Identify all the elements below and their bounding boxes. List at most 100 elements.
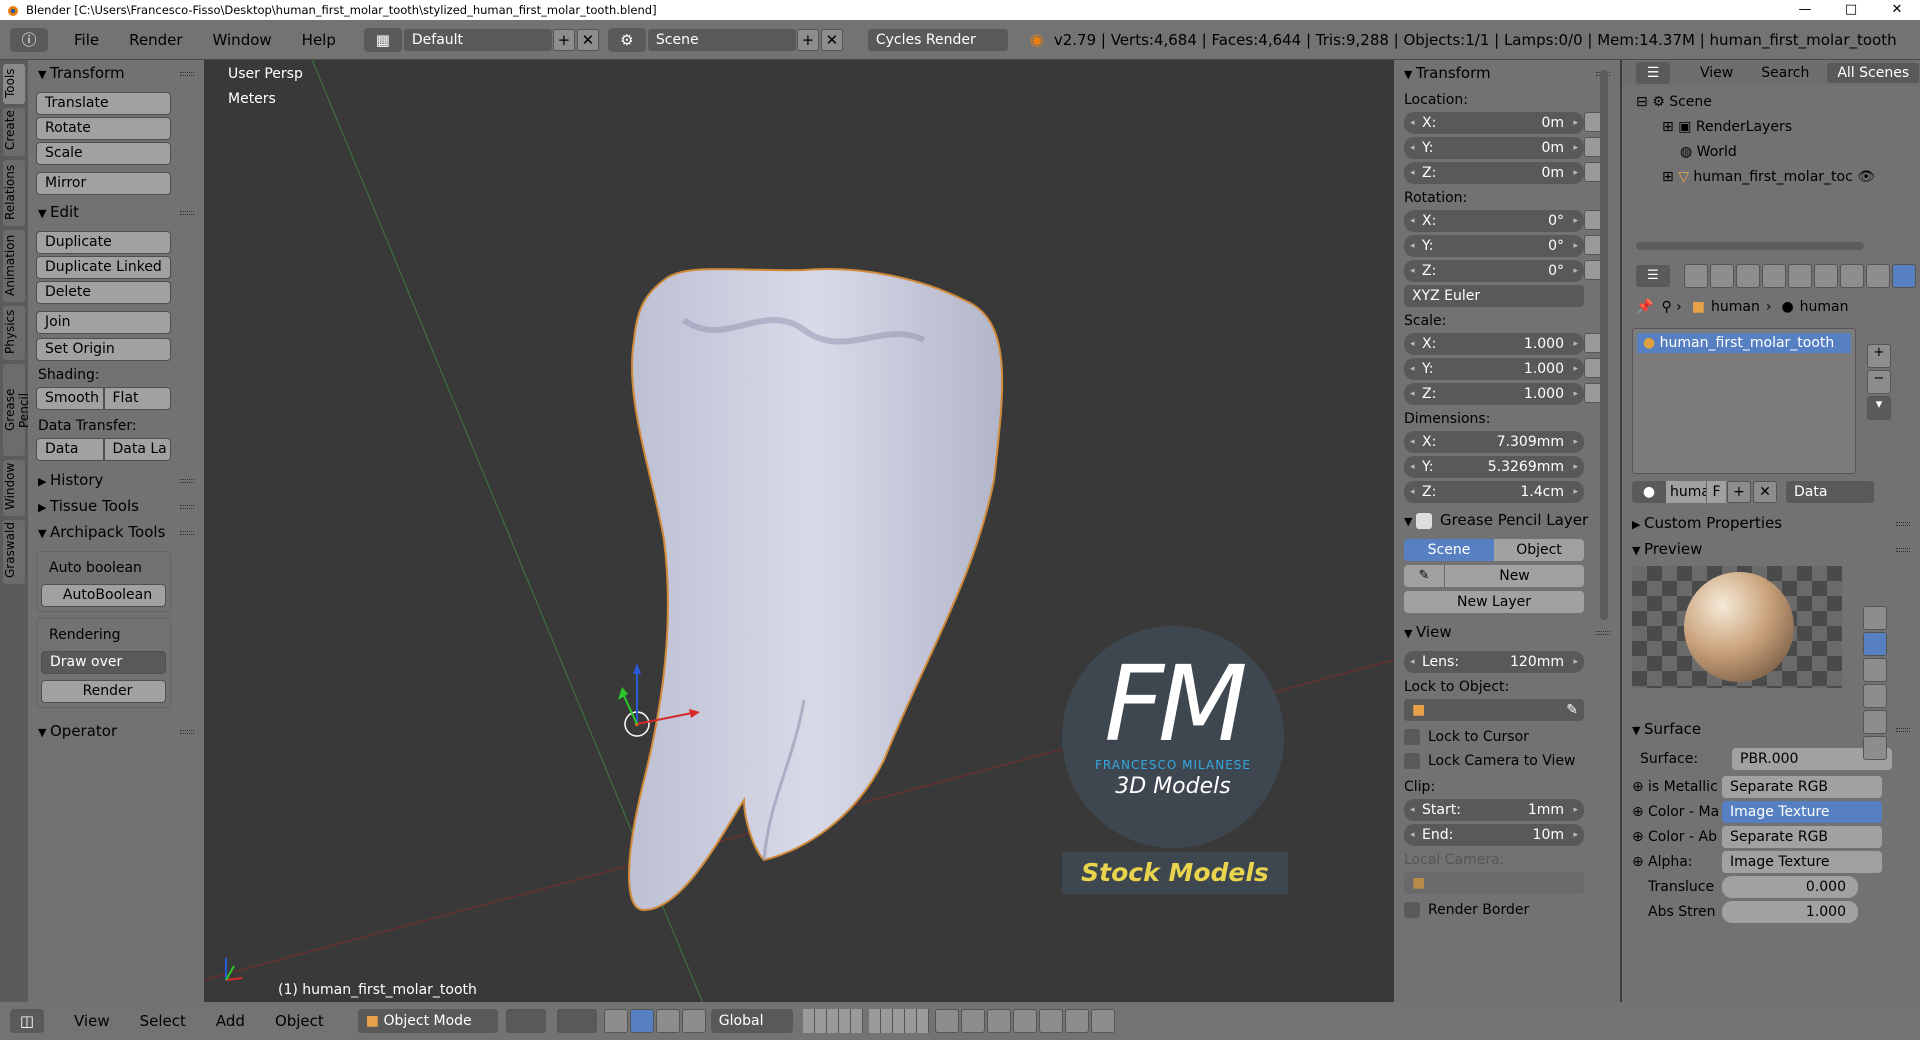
duplicate-linked-button[interactable]: Duplicate Linked — [36, 256, 171, 279]
input-node-dropdown[interactable]: Image Texture — [1722, 801, 1882, 823]
menu-add[interactable]: Add — [216, 1012, 245, 1030]
grip-icon[interactable] — [180, 72, 194, 76]
preview-monkey-icon[interactable] — [1863, 684, 1887, 708]
rotation-x-field[interactable]: ◂ X: 0° ▸ — [1404, 210, 1584, 232]
mode-dropdown[interactable]: ■ Object Mode — [357, 1009, 498, 1033]
grip-icon[interactable] — [1896, 522, 1910, 526]
tab-window[interactable]: Window — [3, 460, 25, 516]
clip-end-field[interactable]: ◂ End: 10m ▸ — [1404, 824, 1584, 846]
material-tab-icon[interactable] — [1892, 264, 1916, 288]
render-border-checkbox[interactable] — [1404, 902, 1420, 918]
surface-header[interactable]: ▼ Surface — [1622, 716, 1920, 742]
draw-over-dropdown[interactable]: Draw over — [41, 651, 166, 674]
tab-physics[interactable]: Physics — [3, 306, 25, 360]
outliner-search-menu[interactable]: Search — [1761, 65, 1809, 81]
material-slot-list[interactable]: ● human_first_molar_tooth — [1632, 328, 1856, 474]
scale-x-field[interactable]: ◂ X: 1.000 ▸ — [1404, 333, 1584, 355]
smooth-button[interactable]: Smooth — [36, 387, 104, 410]
remove-layout-icon[interactable]: ✕ — [576, 28, 599, 51]
duplicate-button[interactable]: Duplicate — [36, 231, 171, 254]
menu-file[interactable]: File — [74, 31, 99, 49]
location-z-field[interactable]: ◂ Z: 0m ▸ — [1404, 162, 1584, 184]
expand-input-icon[interactable]: ⊕ — [1632, 779, 1648, 795]
render-tab-icon[interactable] — [1684, 264, 1708, 288]
custom-properties-header[interactable]: ▶ Custom Properties — [1622, 510, 1920, 536]
translate-button[interactable]: Translate — [36, 92, 171, 115]
collapse-icon[interactable]: ⊟ — [1636, 94, 1652, 110]
location-y-field[interactable]: ◂ Y: 0m ▸ — [1404, 137, 1584, 159]
visibility-eye-icon[interactable]: 👁 — [1853, 169, 1875, 185]
grip-icon[interactable] — [180, 730, 194, 734]
orientation-dropdown[interactable]: Global — [710, 1009, 793, 1033]
delete-button[interactable]: Delete — [36, 281, 171, 304]
auto-boolean-button[interactable]: AutoBoolean — [41, 584, 166, 607]
new-layer-button[interactable]: New Layer — [1404, 591, 1584, 613]
tab-tools[interactable]: Tools — [3, 64, 25, 104]
preview-flat-icon[interactable] — [1863, 606, 1887, 630]
close-button[interactable]: ✕ — [1874, 0, 1920, 20]
manipulator-y-head-icon[interactable] — [618, 687, 628, 700]
dimension-z-field[interactable]: ◂ Z: 1.4cm ▸ — [1404, 481, 1584, 503]
grip-icon[interactable] — [180, 479, 194, 483]
manipulator-z-head-icon[interactable] — [633, 663, 641, 674]
layer-buttons[interactable] — [868, 1009, 929, 1033]
grease-pencil-checkbox[interactable] — [1416, 512, 1432, 529]
grip-icon[interactable] — [1896, 728, 1910, 732]
outliner-item-world[interactable]: ◍ World — [1636, 140, 1920, 165]
world-tab-icon[interactable] — [1762, 264, 1786, 288]
abs-strength-slider[interactable]: 1.000 — [1722, 901, 1858, 923]
grease-pencil-header[interactable]: ▼ Grease Pencil Layer — [1394, 507, 1620, 533]
modifier-tab-icon[interactable] — [1840, 264, 1864, 288]
scale-manipulator-icon[interactable] — [681, 1009, 706, 1033]
menu-help[interactable]: Help — [302, 31, 336, 49]
outliner-item-renderlayers[interactable]: ⊞ ▣ RenderLayers — [1636, 115, 1920, 140]
mirror-button[interactable]: Mirror — [36, 172, 171, 195]
outliner-editor-icon[interactable]: ☰ — [1636, 62, 1670, 84]
manipulator-toggle-icon[interactable] — [603, 1009, 628, 1033]
expand-input-icon[interactable]: ⊕ — [1632, 829, 1648, 845]
outliner-view-menu[interactable]: View — [1700, 65, 1733, 81]
layer-buttons[interactable] — [802, 1009, 863, 1033]
3d-viewport[interactable]: User Persp Meters (1) human_first_molar_… — [204, 60, 1394, 1006]
renderlayer-tab-icon[interactable] — [1710, 264, 1734, 288]
rotation-mode-dropdown[interactable]: XYZ Euler — [1404, 285, 1584, 307]
scene-icon[interactable]: ⚙ — [607, 27, 646, 52]
lock-layers-icon[interactable] — [934, 1009, 959, 1033]
screen-layout-icon[interactable]: ▦ — [363, 27, 402, 52]
camera-render-icon[interactable] — [1064, 1009, 1089, 1033]
translucency-slider[interactable]: 0.000 — [1722, 876, 1858, 898]
rotate-manipulator-icon[interactable] — [655, 1009, 680, 1033]
input-node-dropdown[interactable]: Separate RGB — [1722, 826, 1882, 848]
render-border-row[interactable]: Render Border — [1404, 902, 1620, 918]
grip-icon[interactable] — [180, 211, 194, 215]
edit-panel-header[interactable]: ▼ Edit — [28, 199, 204, 225]
tooth-mesh[interactable] — [628, 268, 1004, 912]
grip-icon[interactable] — [1596, 631, 1610, 635]
outliner-item-tooth[interactable]: ⊞ ▽ human_first_molar_toc 👁 — [1636, 165, 1920, 190]
dimension-x-field[interactable]: ◂ X: 7.309mm ▸ — [1404, 431, 1584, 453]
outliner-scrollbar[interactable] — [1636, 242, 1864, 250]
object-tab-icon[interactable] — [1788, 264, 1812, 288]
preview-sphere-icon[interactable] — [1863, 632, 1887, 656]
n-transform-header[interactable]: ▼ Transform — [1394, 60, 1620, 86]
menu-view[interactable]: View — [74, 1012, 110, 1030]
snap-element-icon[interactable] — [1012, 1009, 1037, 1033]
material-name-field[interactable]: huma — [1666, 481, 1710, 503]
flat-button[interactable]: Flat — [103, 387, 171, 410]
grip-icon[interactable] — [180, 531, 194, 535]
data-tab-icon[interactable] — [1866, 264, 1890, 288]
render-opengl-icon[interactable] — [1038, 1009, 1063, 1033]
unlink-material-icon[interactable]: ✕ — [1753, 481, 1777, 503]
lock-cursor-checkbox[interactable] — [1404, 729, 1420, 745]
scale-z-field[interactable]: ◂ Z: 1.000 ▸ — [1404, 383, 1584, 405]
rotation-y-field[interactable]: ◂ Y: 0° ▸ — [1404, 235, 1584, 257]
properties-editor-icon[interactable]: ☰ — [1636, 265, 1670, 287]
lock-object-field[interactable]: ■ ✎ — [1404, 699, 1584, 721]
set-origin-dropdown[interactable]: Set Origin — [36, 338, 171, 361]
animation-render-icon[interactable] — [1090, 1009, 1115, 1033]
history-panel-header[interactable]: ▶ History — [28, 467, 204, 493]
slot-menu-icon[interactable]: ▾ — [1867, 396, 1891, 420]
render-engine-dropdown[interactable]: Cycles Render — [867, 28, 1008, 51]
transform-panel-header[interactable]: ▼ Transform — [28, 60, 204, 86]
archipack-render-button[interactable]: Render — [41, 680, 166, 703]
